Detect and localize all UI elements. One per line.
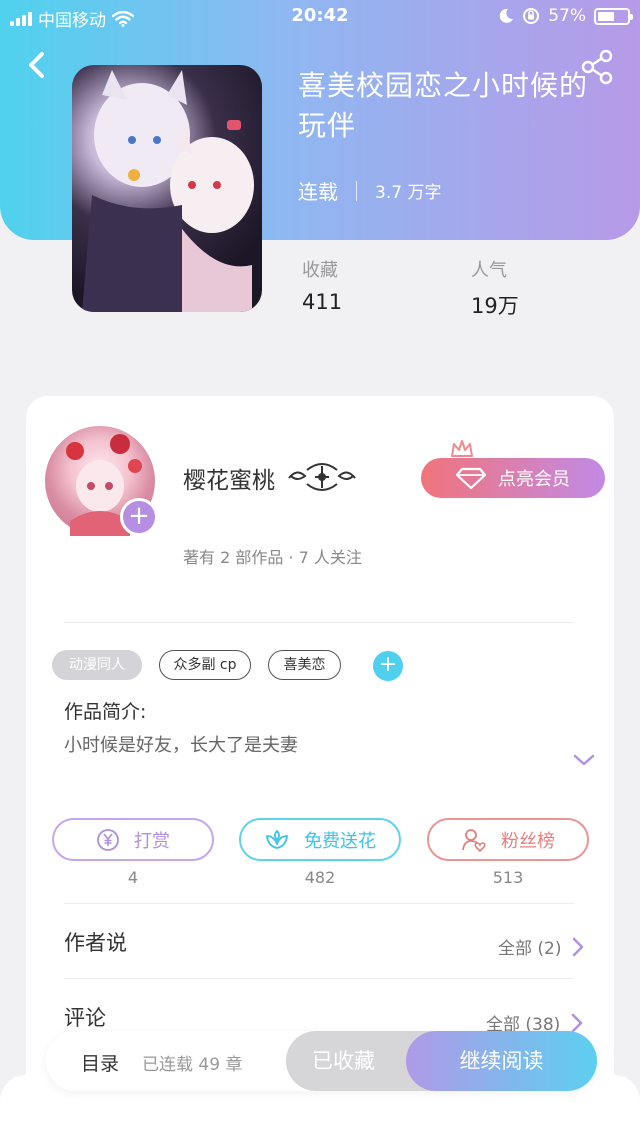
follow-author-button[interactable]: + bbox=[120, 498, 158, 536]
tag-category[interactable]: 动漫同人 bbox=[52, 650, 142, 680]
flower-count: 482 bbox=[304, 868, 336, 887]
word-count: 3.7 万字 bbox=[375, 183, 442, 203]
divider bbox=[64, 903, 574, 904]
status-right: 57% bbox=[498, 6, 633, 26]
battery-icon bbox=[594, 7, 633, 25]
popularity-value: 19万 bbox=[471, 294, 519, 318]
author-says-title: 作者说 bbox=[64, 931, 127, 955]
book-cover-image[interactable] bbox=[72, 65, 262, 312]
intro-text: 小时候是好友，长大了是夫妻 bbox=[64, 735, 298, 756]
status-bar: 中国移动 20:42 57% bbox=[0, 0, 640, 34]
serial-status: 连载 bbox=[298, 180, 338, 204]
divider bbox=[64, 622, 574, 623]
table-of-contents-button[interactable]: 目录 bbox=[81, 1049, 119, 1076]
chapter-count: 已连载 49 章 bbox=[142, 1055, 243, 1075]
continue-reading-button[interactable]: 继续阅读 bbox=[406, 1031, 597, 1091]
author-says-more[interactable]: 全部 (2) bbox=[498, 934, 585, 959]
fan-ranking-button[interactable]: 粉丝榜 bbox=[427, 818, 589, 861]
book-status-row: 连载 3.7 万字 bbox=[298, 176, 441, 205]
chevron-right-icon bbox=[573, 937, 584, 956]
battery-percent: 57% bbox=[548, 6, 586, 26]
divider bbox=[356, 180, 357, 201]
divider bbox=[64, 978, 574, 979]
rotation-lock-icon bbox=[523, 8, 540, 24]
author-says-more-label: 全部 (2) bbox=[498, 939, 562, 959]
crown-icon bbox=[451, 440, 473, 457]
favorites-value: 411 bbox=[302, 290, 343, 314]
yen-coin-icon bbox=[97, 828, 119, 851]
popularity-stat: 人气 19万 bbox=[471, 256, 519, 320]
tag-item[interactable]: 众多副 cp bbox=[159, 650, 251, 680]
fan-ranking-label: 粉丝榜 bbox=[501, 830, 555, 852]
favorites-label: 收藏 bbox=[302, 260, 338, 281]
popularity-label: 人气 bbox=[471, 260, 507, 281]
battery-fill bbox=[598, 11, 614, 21]
cover-illustration bbox=[82, 70, 254, 312]
back-button[interactable] bbox=[20, 46, 54, 86]
author-name[interactable]: 樱花蜜桃 bbox=[183, 461, 275, 495]
fan-ranking-icon bbox=[462, 828, 486, 852]
tip-button[interactable]: 打赏 bbox=[52, 818, 214, 861]
book-title: 喜美校园恋之小时候的玩伴 bbox=[298, 69, 589, 142]
flower-label: 免费送花 bbox=[304, 830, 376, 852]
comments-title: 评论 bbox=[64, 1006, 106, 1030]
name-ornament-icon bbox=[288, 463, 356, 491]
favorites-stat: 收藏 411 bbox=[302, 256, 342, 314]
chevron-right-icon bbox=[572, 1013, 583, 1032]
author-stats: 著有 2 部作品 · 7 人关注 bbox=[183, 548, 362, 567]
tip-label: 打赏 bbox=[134, 830, 170, 852]
chevron-down-icon[interactable] bbox=[572, 752, 596, 768]
tip-count: 4 bbox=[127, 868, 139, 887]
vip-button-label: 点亮会员 bbox=[498, 469, 570, 490]
intro-heading: 作品简介: bbox=[64, 701, 147, 723]
moon-icon bbox=[499, 8, 514, 23]
diamond-icon bbox=[456, 467, 486, 489]
tag-item[interactable]: 喜美恋 bbox=[268, 650, 341, 680]
fan-count: 513 bbox=[492, 868, 524, 887]
activate-vip-button[interactable]: 点亮会员 bbox=[421, 458, 605, 498]
add-tag-button[interactable]: + bbox=[373, 651, 403, 681]
flower-icon bbox=[266, 829, 288, 849]
send-flower-button[interactable]: 免费送花 bbox=[239, 818, 401, 861]
chevron-left-icon bbox=[29, 52, 44, 78]
